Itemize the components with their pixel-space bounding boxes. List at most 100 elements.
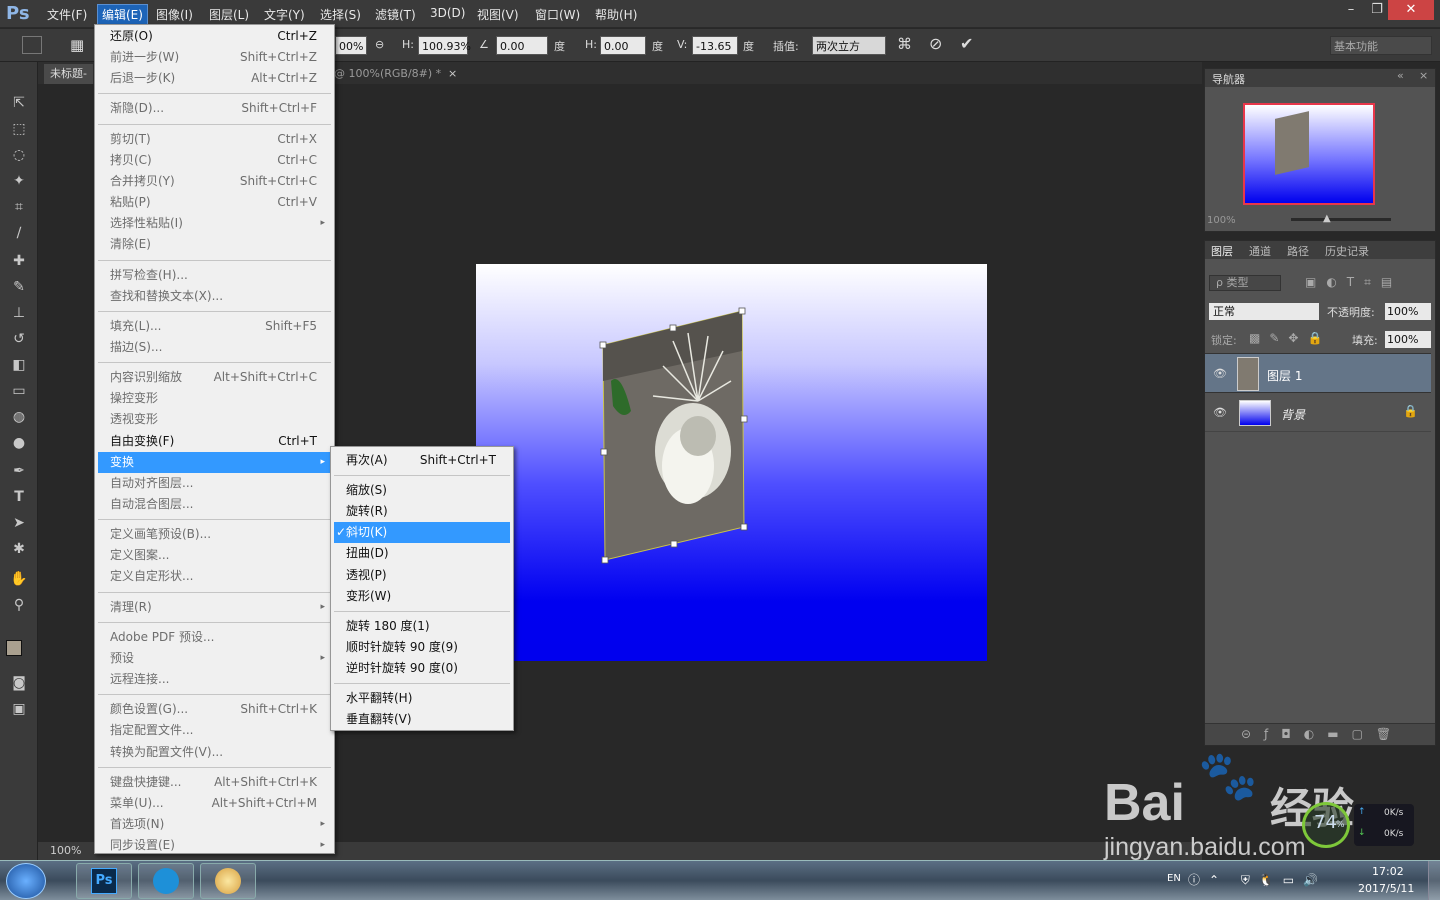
transform-menu-item[interactable]: 水平翻转(H)	[334, 688, 510, 709]
dodge-tool-icon[interactable]: ●	[8, 432, 30, 454]
clock-time[interactable]: 17:02	[1372, 865, 1404, 878]
show-desktop-button[interactable]	[1428, 861, 1440, 900]
transform-menu-item[interactable]: 旋转(R)	[334, 501, 510, 522]
panel-close-icon[interactable]: ×	[1419, 69, 1428, 82]
workspace-switcher[interactable]: 基本功能	[1330, 36, 1432, 55]
start-button[interactable]	[6, 863, 46, 899]
taskbar-paint[interactable]	[200, 863, 256, 899]
edit-menu-item[interactable]: 渐隐(D)... Shift+Ctrl+F	[98, 98, 331, 119]
taskbar-photoshop[interactable]: Ps	[76, 863, 132, 899]
type-tool-icon[interactable]: T	[8, 486, 30, 508]
eyedropper-tool-icon[interactable]: ∕	[8, 222, 30, 244]
visibility-eye-icon[interactable]: 👁	[1213, 367, 1227, 380]
edit-menu-item[interactable]: 自由变换(F) Ctrl+T	[98, 431, 331, 452]
edit-menu-item[interactable]: 清除(E)	[98, 234, 331, 255]
edit-menu-item[interactable]: 指定配置文件...	[98, 720, 331, 741]
taskbar-browser[interactable]	[138, 863, 194, 899]
transform-menu-item[interactable]: 再次(A) Shift+Ctrl+T	[334, 450, 510, 471]
navigator-thumbnail[interactable]	[1243, 103, 1375, 205]
healing-brush-tool-icon[interactable]: ✚	[8, 250, 30, 272]
edit-menu-item[interactable]: 颜色设置(G)... Shift+Ctrl+K	[98, 699, 331, 720]
navigator-zoom-slider[interactable]	[1291, 218, 1391, 221]
reference-point-icon[interactable]: ▦	[70, 36, 90, 54]
menu-window[interactable]: 窗口(W)	[535, 6, 580, 23]
layer-row-layer1[interactable]: 👁 图层 1	[1205, 353, 1431, 393]
angle-field[interactable]: 0.00	[496, 36, 548, 55]
tab-layers[interactable]: 图层	[1211, 243, 1233, 259]
marquee-tool-icon[interactable]: ⬚	[8, 118, 30, 140]
cancel-transform-icon[interactable]: ⊘	[929, 34, 942, 53]
zoom-tool-icon[interactable]: ⚲	[8, 594, 30, 616]
edit-menu-item[interactable]: 首选项(N) ▸	[98, 814, 331, 835]
height-field[interactable]: 100.93%	[418, 36, 471, 55]
edit-menu-item[interactable]: 同步设置(E) ▸	[98, 835, 331, 856]
skew-v-field[interactable]: -13.65	[692, 36, 738, 55]
warp-mode-icon[interactable]: ⌘	[897, 35, 912, 53]
layer-row-background[interactable]: 👁 背景 🔒	[1205, 394, 1431, 432]
edit-menu-item[interactable]: 预设 ▸	[98, 648, 331, 669]
foreground-color-swatch[interactable]	[6, 640, 22, 656]
zoom-level[interactable]: 100%	[50, 844, 81, 857]
edit-menu-item[interactable]: 后退一步(K) Alt+Ctrl+Z	[98, 68, 331, 89]
edit-menu-item[interactable]: 变换 ▸	[98, 451, 331, 473]
transform-menu-item[interactable]: 旋转 180 度(1)	[334, 616, 510, 637]
menu-help[interactable]: 帮助(H)	[595, 6, 637, 23]
filter-icons[interactable]: ▣◐T⌗▤	[1305, 275, 1402, 290]
menu-type[interactable]: 文字(Y)	[264, 6, 305, 23]
gradient-tool-icon[interactable]: ▭	[8, 380, 30, 402]
menu-select[interactable]: 选择(S)	[320, 6, 361, 23]
transform-menu-item[interactable]: 顺时针旋转 90 度(9)	[334, 637, 510, 658]
hand-tool-icon[interactable]: ✋	[8, 568, 30, 590]
menu-file[interactable]: 文件(F)	[47, 6, 87, 23]
lasso-tool-icon[interactable]: ◌	[8, 144, 30, 166]
fill-field[interactable]: 100%	[1385, 331, 1431, 348]
edit-menu-item[interactable]: 合并拷贝(Y) Shift+Ctrl+C	[98, 171, 331, 192]
edit-menu-item[interactable]: 转换为配置文件(V)...	[98, 742, 331, 763]
edit-menu-item[interactable]: 菜单(U)... Alt+Shift+Ctrl+M	[98, 793, 331, 814]
layer-name[interactable]: 图层 1	[1267, 367, 1302, 384]
interpolation-select[interactable]: 两次立方	[812, 36, 886, 55]
skewed-flower-layer[interactable]	[599, 307, 748, 564]
transform-menu-item[interactable]: 变形(W)	[334, 586, 510, 607]
menu-filter[interactable]: 滤镜(T)	[375, 6, 416, 23]
edit-menu-item[interactable]: 远程连接...	[98, 669, 331, 690]
edit-menu-item[interactable]: 定义图案...	[98, 545, 331, 566]
transform-menu-item[interactable]: 透视(P)	[334, 565, 510, 586]
transform-menu-item[interactable]: 扭曲(D)	[334, 543, 510, 564]
panel-collapse-icon[interactable]: «	[1397, 69, 1404, 82]
edit-menu-item[interactable]: 清理(R) ▸	[98, 597, 331, 618]
edit-menu-item[interactable]: 自动混合图层...	[98, 494, 331, 515]
slider-thumb-icon[interactable]: ▲	[1323, 213, 1331, 224]
edit-menu-item[interactable]: 自动对齐图层...	[98, 473, 331, 494]
blur-tool-icon[interactable]: ◍	[8, 406, 30, 428]
layer-filter-select[interactable]: ρ 类型	[1209, 275, 1281, 291]
path-selection-tool-icon[interactable]: ➤	[8, 512, 30, 534]
crop-tool-icon[interactable]: ⌗	[8, 196, 30, 218]
net-speed-widget[interactable]: 74 % ↑ 0K/s ↓ 0K/s	[1302, 802, 1416, 848]
transform-menu-item[interactable]: ✓ 斜切(K)	[334, 522, 510, 544]
doc-tab-active[interactable]: @ 100%(RGB/8#) *	[334, 64, 441, 84]
edit-menu-item[interactable]: 剪切(T) Ctrl+X	[98, 129, 331, 150]
input-language[interactable]: EN	[1167, 873, 1181, 884]
menu-view[interactable]: 视图(V)	[477, 6, 519, 23]
edit-menu-item[interactable]: 定义画笔预设(B)...	[98, 524, 331, 545]
edit-menu-item[interactable]: 透视变形	[98, 409, 331, 430]
transform-menu-item[interactable]: 缩放(S)	[334, 480, 510, 501]
edit-menu-item[interactable]: 键盘快捷键... Alt+Shift+Ctrl+K	[98, 772, 331, 793]
edit-menu-item[interactable]: 操控变形	[98, 388, 331, 409]
commit-transform-icon[interactable]: ✔	[960, 34, 973, 53]
history-brush-tool-icon[interactable]: ↺	[8, 328, 30, 350]
brush-tool-icon[interactable]: ✎	[8, 276, 30, 298]
transform-menu-item[interactable]: 垂直翻转(V)	[334, 709, 510, 730]
clock-date[interactable]: 2017/5/11	[1358, 882, 1414, 895]
layer-action-icons[interactable]: ⊝ƒ◘◐▬▢🗑	[1241, 727, 1404, 741]
edit-menu-item[interactable]: 前进一步(W) Shift+Ctrl+Z	[98, 47, 331, 68]
menu-layer[interactable]: 图层(L)	[209, 6, 249, 23]
tab-close-icon[interactable]: ×	[448, 64, 457, 84]
edit-menu-item[interactable]: 拷贝(C) Ctrl+C	[98, 150, 331, 171]
tab-paths[interactable]: 路径	[1287, 243, 1309, 259]
width-field[interactable]: 00%	[335, 36, 367, 55]
link-icon[interactable]: ⊖	[375, 38, 384, 51]
transform-menu-item[interactable]: 逆时针旋转 90 度(0)	[334, 658, 510, 679]
edit-menu-item[interactable]: 定义自定形状...	[98, 566, 331, 587]
